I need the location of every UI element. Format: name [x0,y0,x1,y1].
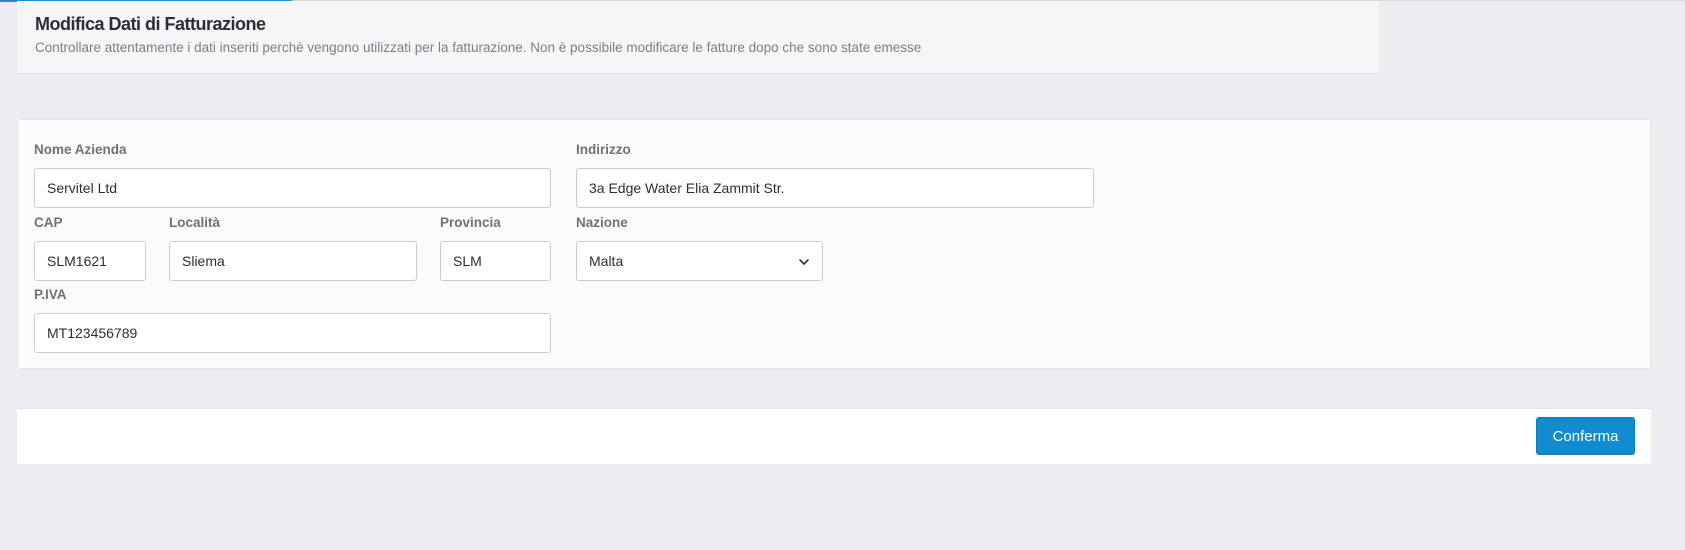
chevron-down-icon [798,255,810,267]
city-input[interactable] [169,241,417,281]
address-input[interactable] [576,168,1094,208]
province-label: Provincia [440,215,501,230]
country-select-value: Malta [589,253,624,269]
postal-code-label: CAP [34,215,63,230]
country-select[interactable]: Malta [576,241,823,281]
confirm-button[interactable]: Conferma [1536,417,1635,455]
page-subtitle: Controllare attentamente i dati inseriti… [35,40,922,55]
vat-input[interactable] [34,313,551,353]
country-label: Nazione [576,215,628,230]
form-footer: Conferma [17,408,1651,464]
page-title: Modifica Dati di Fatturazione [35,14,266,34]
province-input[interactable] [440,241,551,281]
page-header: Modifica Dati di Fatturazione Controllar… [17,1,1379,74]
city-label: Località [169,215,221,230]
company-name-label: Nome Azienda [34,142,127,157]
address-label: Indirizzo [576,142,631,157]
billing-form: Nome Azienda Indirizzo CAP Località Prov… [17,119,1651,369]
postal-code-input[interactable] [34,241,146,281]
company-name-input[interactable] [34,168,551,208]
vat-label: P.IVA [34,287,67,302]
